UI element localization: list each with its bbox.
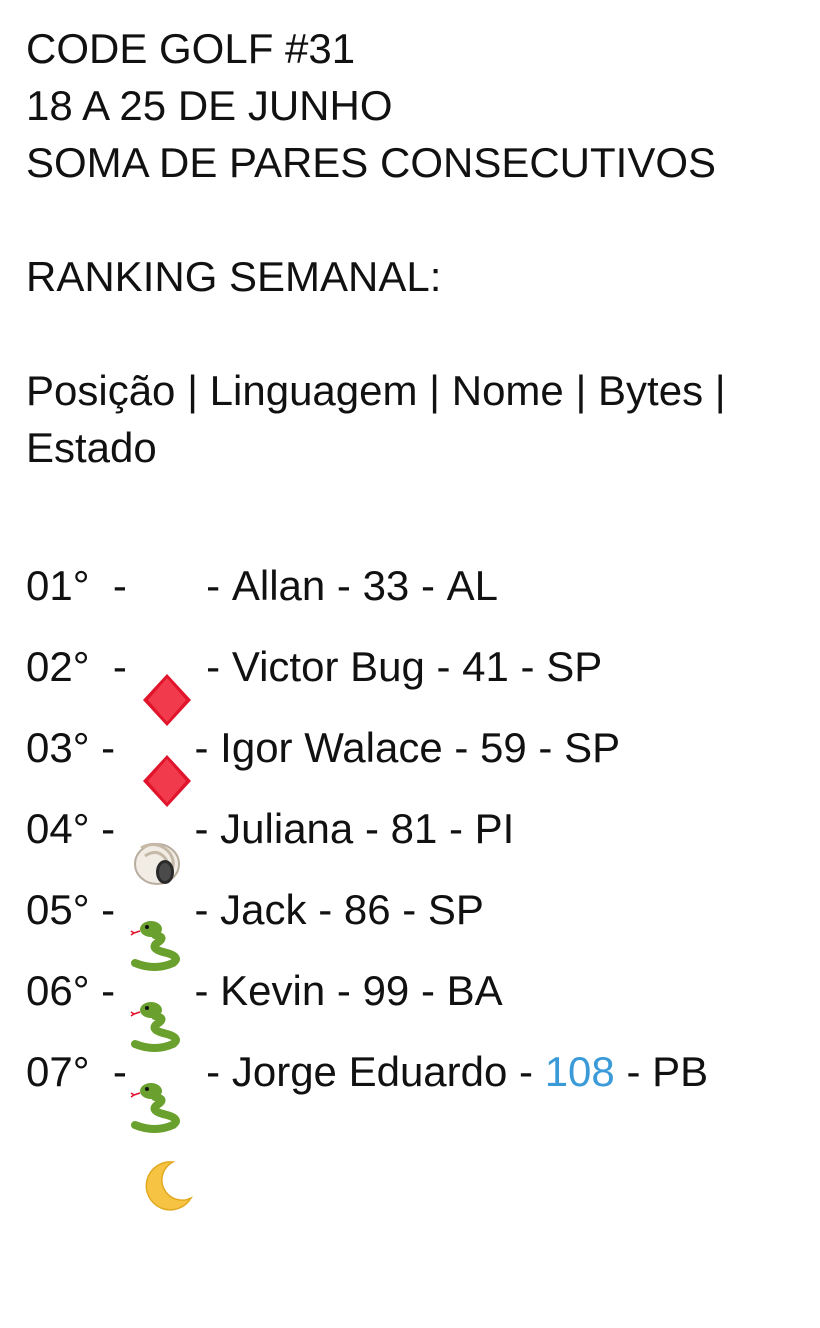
ranking-position: 01° <box>26 562 90 609</box>
ranking-bytes: 86 <box>343 886 391 933</box>
crescent-moon-icon <box>139 1044 195 1211</box>
ranking-position: 05° <box>26 886 90 933</box>
ranking-list: 01° - - Allan - 33 - AL 02° - - Victor B… <box>26 545 816 1211</box>
snake-icon <box>127 882 183 1052</box>
ranking-position: 04° <box>26 805 90 852</box>
ranking-state: SP <box>564 724 621 771</box>
red-diamond-icon <box>139 558 195 726</box>
ranking-state: BA <box>446 967 503 1014</box>
ranking-name: Victor Bug <box>231 643 425 690</box>
ranking-name: Juliana <box>220 805 354 852</box>
message-body: CODE GOLF #31 18 A 25 DE JUNHO SOMA DE P… <box>26 20 816 1211</box>
ranking-state: SP <box>427 886 484 933</box>
ranking-name: Igor Walace <box>220 724 443 771</box>
ranking-bytes: 33 <box>362 562 410 609</box>
ranking-position: 07° <box>26 1048 90 1095</box>
ranking-row: 03° - - Igor Walace - 59 - SP <box>26 707 816 885</box>
ranking-name: Allan <box>231 562 326 609</box>
ranking-columns: Posição | Linguagem | Nome | Bytes | Est… <box>26 367 726 471</box>
ranking-position: 02° <box>26 643 90 690</box>
spiral-shell-icon <box>127 720 183 885</box>
ranking-bytes: 99 <box>362 967 410 1014</box>
ranking-bytes-link[interactable]: 108 <box>545 1043 615 1100</box>
ranking-row: 05° - - Jack - 86 - SP <box>26 869 816 1052</box>
red-diamond-icon <box>139 639 195 807</box>
ranking-row: 04° - - Juliana - 81 - PI <box>26 788 816 971</box>
challenge-title: CODE GOLF #31 <box>26 25 356 72</box>
snake-icon <box>127 801 183 971</box>
ranking-row: 06° - - Kevin - 99 - BA <box>26 950 816 1133</box>
ranking-row: 01° - - Allan - 33 - AL <box>26 545 816 726</box>
ranking-row: 02° - - Victor Bug - 41 - SP <box>26 626 816 807</box>
ranking-title: RANKING SEMANAL: <box>26 253 442 300</box>
challenge-subject: SOMA DE PARES CONSECUTIVOS <box>26 139 717 186</box>
ranking-state: SP <box>546 643 603 690</box>
challenge-dates: 18 A 25 DE JUNHO <box>26 82 393 129</box>
ranking-bytes: 81 <box>390 805 438 852</box>
ranking-state: AL <box>446 562 498 609</box>
ranking-name: Jack <box>220 886 307 933</box>
ranking-row: 07° - - Jorge Eduardo - 108 - PB <box>26 1031 816 1211</box>
snake-icon <box>127 963 183 1133</box>
ranking-bytes: 41 <box>462 643 509 690</box>
ranking-position: 06° <box>26 967 90 1014</box>
ranking-position: 03° <box>26 724 90 771</box>
ranking-state: PB <box>652 1048 709 1095</box>
ranking-name: Kevin <box>220 967 326 1014</box>
ranking-state: PI <box>474 805 515 852</box>
ranking-name: Jorge Eduardo <box>231 1048 508 1095</box>
ranking-bytes: 59 <box>480 724 527 771</box>
